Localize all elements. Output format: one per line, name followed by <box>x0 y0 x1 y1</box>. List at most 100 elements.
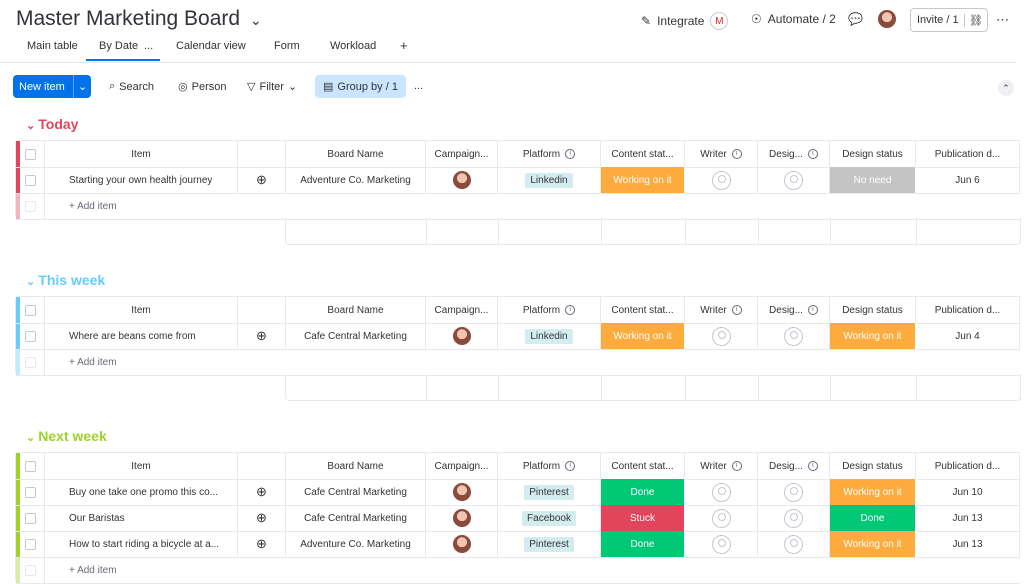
info-icon[interactable]: i <box>807 305 818 315</box>
table-row[interactable]: Starting your own health journey ⊕ Adventu… <box>16 167 1020 194</box>
select-all-checkbox[interactable] <box>16 453 45 479</box>
checkbox[interactable] <box>24 486 36 498</box>
writer-cell[interactable] <box>685 531 758 557</box>
column-header[interactable]: Design status <box>830 141 916 167</box>
info-icon[interactable]: i <box>731 461 742 471</box>
content-status-label[interactable]: Working on it <box>601 323 684 349</box>
designer-cell[interactable] <box>758 167 830 193</box>
platform-tag[interactable]: Pinterest <box>524 484 574 500</box>
tab-by-date-menu-icon[interactable]: ... <box>144 40 153 52</box>
empty-person-icon[interactable] <box>784 170 803 190</box>
platform-tag[interactable]: Linkedin <box>525 172 573 188</box>
empty-person-icon[interactable] <box>711 170 731 190</box>
filter-button[interactable]: ▽ Filter ⌄ <box>247 80 297 94</box>
column-header[interactable]: Content stat... <box>601 141 685 167</box>
info-icon[interactable]: i <box>731 149 742 159</box>
design-status-cell[interactable]: Done <box>830 505 916 531</box>
chevron-down-icon[interactable]: ⌄ <box>74 80 91 93</box>
column-header[interactable]: Design status <box>830 453 916 479</box>
publication-date[interactable]: Jun 6 <box>916 167 1020 193</box>
checkbox[interactable] <box>24 512 36 524</box>
column-header[interactable]: Platform i <box>498 453 601 479</box>
platform-cell[interactable]: Facebook <box>498 505 601 531</box>
designer-cell[interactable] <box>758 505 830 531</box>
group-title[interactable]: ⌄ This week <box>26 272 105 288</box>
group-title[interactable]: ⌄ Next week <box>26 428 107 444</box>
platform-cell[interactable]: Linkedin <box>498 323 601 349</box>
column-header[interactable]: Item <box>45 297 238 323</box>
person-filter-button[interactable]: ◎ Person <box>178 80 226 94</box>
row-checkbox-cell[interactable] <box>16 479 45 505</box>
empty-person-icon[interactable] <box>784 534 803 554</box>
add-view-icon[interactable]: + <box>400 38 408 53</box>
tab-calendar-view[interactable]: Calendar view <box>176 40 246 52</box>
avatar[interactable] <box>452 509 471 527</box>
automate-button[interactable]: ☉ Automate / 2 <box>751 12 836 26</box>
info-icon[interactable]: i <box>565 149 576 159</box>
item-name[interactable]: Starting your own health journey <box>45 167 238 193</box>
column-header[interactable]: Writer i <box>685 453 758 479</box>
item-name[interactable]: How to start riding a bicycle at a... <box>45 531 238 557</box>
chevron-down-icon[interactable]: ⌄ <box>250 12 262 29</box>
column-header[interactable]: Desig... i <box>758 141 830 167</box>
avatar[interactable] <box>452 171 471 189</box>
empty-person-icon[interactable] <box>784 508 803 528</box>
content-status-cell[interactable]: Done <box>601 531 685 557</box>
campaign-owner-cell[interactable] <box>426 531 498 557</box>
more-icon[interactable]: ⋯ <box>996 12 1009 28</box>
new-item-button[interactable]: New item ⌄ <box>13 75 91 98</box>
link-icon[interactable]: ⛓ <box>964 13 987 27</box>
writer-cell[interactable] <box>685 167 758 193</box>
row-checkbox-cell[interactable] <box>16 323 45 349</box>
column-header[interactable]: Board Name <box>286 297 426 323</box>
chevron-down-icon[interactable]: ⌄ <box>26 276 38 288</box>
checkbox[interactable] <box>24 148 36 160</box>
column-header[interactable]: Content stat... <box>601 453 685 479</box>
add-item-input[interactable]: + Add item <box>45 349 1020 375</box>
group-title[interactable]: ⌄ Today <box>26 116 78 132</box>
designer-cell[interactable] <box>758 479 830 505</box>
column-header[interactable]: Writer i <box>685 141 758 167</box>
select-all-checkbox[interactable] <box>16 297 45 323</box>
column-header[interactable]: Publication d... <box>916 141 1020 167</box>
column-header[interactable]: Platform i <box>498 297 601 323</box>
table-row[interactable]: Our Baristas ⊕ Cafe Central Marketing Faceb… <box>16 505 1020 532</box>
item-name[interactable]: Buy one take one promo this co... <box>45 479 238 505</box>
add-update-icon[interactable]: ⊕ <box>238 505 286 531</box>
add-item-row[interactable]: + Add item <box>16 349 1020 376</box>
content-status-label[interactable]: Done <box>601 531 684 557</box>
publication-date[interactable]: Jun 13 <box>916 531 1020 557</box>
add-item-input[interactable]: + Add item <box>45 557 1020 583</box>
designer-cell[interactable] <box>758 323 830 349</box>
designer-cell[interactable] <box>758 531 830 557</box>
design-status-label[interactable]: Working on it <box>830 479 915 505</box>
chevron-down-icon[interactable]: ⌄ <box>26 120 38 132</box>
add-item-input[interactable]: + Add item <box>45 193 1020 219</box>
row-checkbox-cell[interactable] <box>16 167 45 193</box>
item-name[interactable]: Our Baristas <box>45 505 238 531</box>
platform-tag[interactable]: Linkedin <box>525 328 573 344</box>
integrate-button[interactable]: ✎ Integrate M <box>641 12 729 30</box>
platform-cell[interactable]: Pinterest <box>498 479 601 505</box>
content-status-cell[interactable]: Done <box>601 479 685 505</box>
column-header[interactable]: Campaign... <box>426 453 498 479</box>
column-header[interactable]: Campaign... <box>426 141 498 167</box>
empty-person-icon[interactable] <box>711 326 731 346</box>
content-status-cell[interactable]: Stuck <box>601 505 685 531</box>
design-status-label[interactable]: Done <box>830 505 915 531</box>
content-status-label[interactable]: Working on it <box>601 167 684 193</box>
info-icon[interactable]: i <box>807 149 818 159</box>
column-header[interactable]: Design status <box>830 297 916 323</box>
chevron-down-icon[interactable]: ⌄ <box>26 432 38 444</box>
table-row[interactable]: Where are beans come from ⊕ Cafe Central M… <box>16 323 1020 350</box>
publication-date[interactable]: Jun 13 <box>916 505 1020 531</box>
campaign-owner-cell[interactable] <box>426 167 498 193</box>
platform-cell[interactable]: Linkedin <box>498 167 601 193</box>
design-status-label[interactable]: Working on it <box>830 531 915 557</box>
writer-cell[interactable] <box>685 323 758 349</box>
select-all-checkbox[interactable] <box>16 141 45 167</box>
column-header[interactable]: Desig... i <box>758 453 830 479</box>
tab-main-table[interactable]: Main table <box>27 40 78 52</box>
toolbar-more-icon[interactable]: ... <box>414 80 423 92</box>
checkbox[interactable] <box>24 304 36 316</box>
